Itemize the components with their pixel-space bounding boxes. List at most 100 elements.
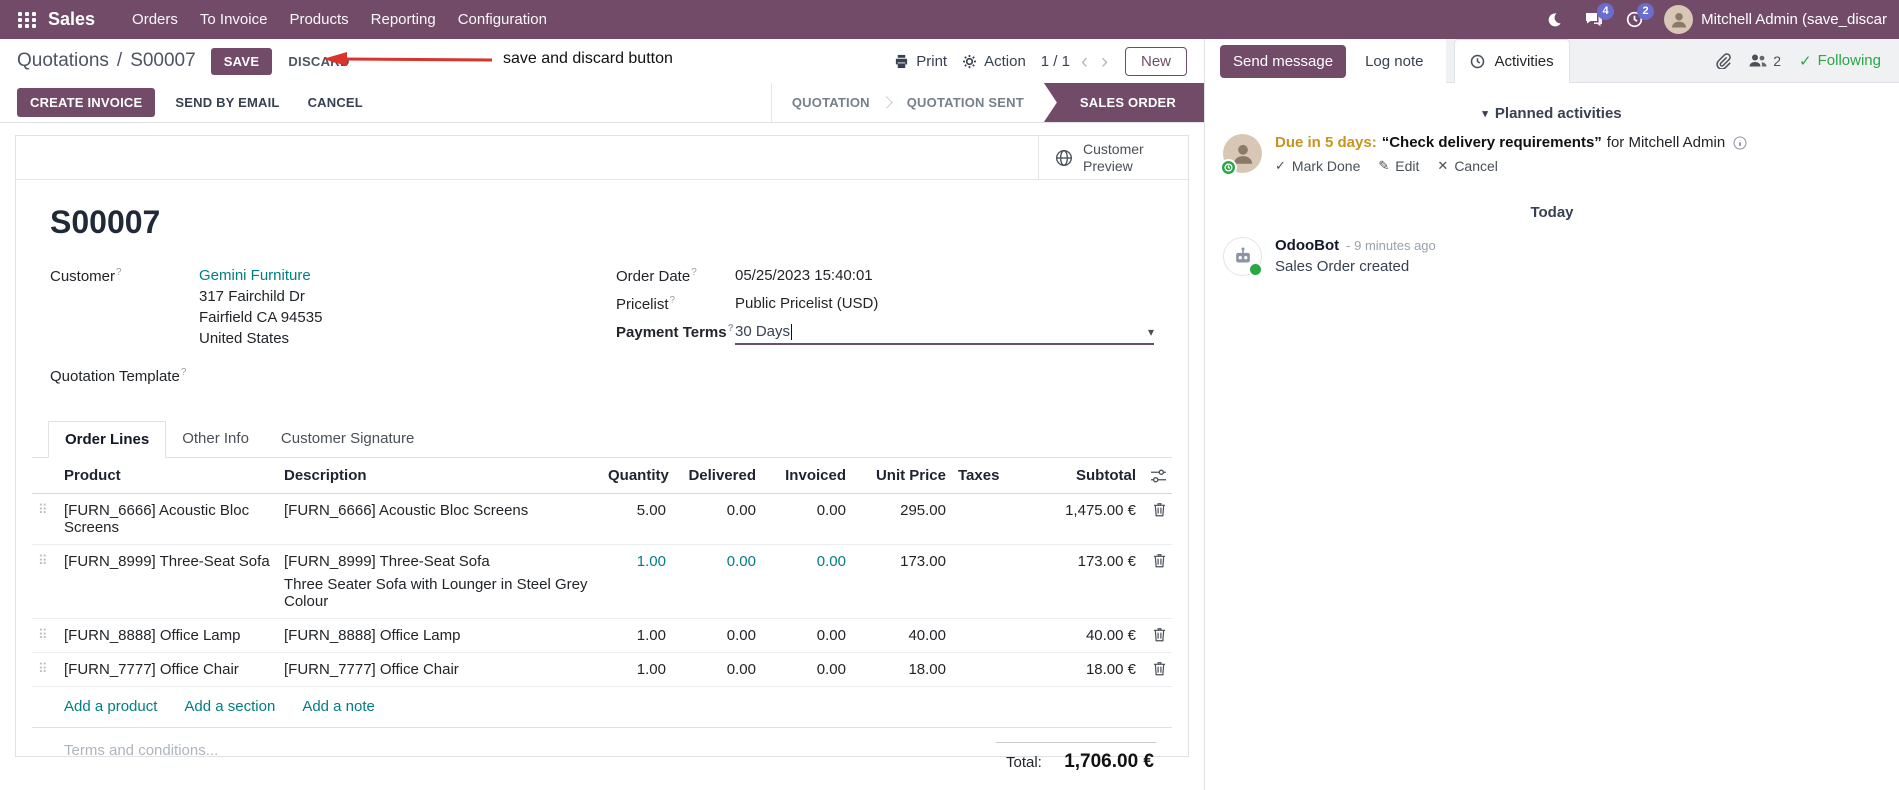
cell-taxes[interactable] bbox=[952, 652, 1040, 687]
cell-invoiced[interactable]: 0.00 bbox=[762, 618, 852, 653]
cell-product[interactable]: [FURN_6666] Acoustic Bloc Screens bbox=[58, 493, 278, 545]
col-invoiced[interactable]: Invoiced bbox=[762, 458, 852, 494]
planned-activities-header[interactable]: ▾ Planned activities bbox=[1205, 105, 1899, 122]
send-message-button[interactable]: Send message bbox=[1220, 44, 1347, 78]
col-product[interactable]: Product bbox=[58, 458, 278, 494]
order-date-field[interactable]: 05/25/2023 15:40:01 bbox=[735, 267, 873, 285]
tab-customer-signature[interactable]: Customer Signature bbox=[265, 421, 430, 457]
col-description[interactable]: Description bbox=[278, 458, 602, 494]
user-menu[interactable]: Mitchell Admin (save_discar bbox=[1664, 5, 1887, 34]
info-icon[interactable] bbox=[1733, 136, 1747, 150]
activity-due: Due in 5 days: bbox=[1275, 134, 1377, 151]
trash-icon[interactable] bbox=[1148, 502, 1166, 517]
cell-invoiced[interactable]: 0.00 bbox=[762, 652, 852, 687]
cell-quantity[interactable]: 1.00 bbox=[602, 652, 672, 687]
trash-icon[interactable] bbox=[1148, 661, 1166, 676]
customer-preview-button[interactable]: Customer Preview bbox=[1038, 136, 1188, 179]
attachments-button[interactable] bbox=[1715, 52, 1732, 69]
dropdown-caret-icon[interactable]: ▾ bbox=[1148, 325, 1154, 339]
create-invoice-button[interactable]: CREATE INVOICE bbox=[17, 88, 156, 117]
cell-description[interactable]: [FURN_6666] Acoustic Bloc Screens bbox=[278, 493, 602, 545]
save-button[interactable]: SAVE bbox=[210, 47, 273, 75]
cross-icon: ✕ bbox=[1437, 158, 1449, 173]
dark-mode-toggle[interactable] bbox=[1536, 4, 1572, 36]
cell-taxes[interactable] bbox=[952, 618, 1040, 653]
cell-taxes[interactable] bbox=[952, 493, 1040, 545]
print-button[interactable]: Print bbox=[894, 53, 947, 70]
new-button[interactable]: New bbox=[1124, 46, 1187, 76]
menu-to-invoice[interactable]: To Invoice bbox=[189, 1, 279, 38]
cell-quantity[interactable]: 5.00 bbox=[602, 493, 672, 545]
cell-product[interactable]: [FURN_8999] Three-Seat Sofa bbox=[58, 544, 278, 619]
trash-icon[interactable] bbox=[1148, 627, 1166, 642]
cancel-button[interactable]: CANCEL bbox=[300, 88, 371, 117]
menu-configuration[interactable]: Configuration bbox=[447, 1, 558, 38]
activities-button[interactable]: 2 bbox=[1616, 2, 1655, 36]
stage-quotation-sent[interactable]: QUOTATION SENT bbox=[887, 83, 1044, 122]
add-section-link[interactable]: Add a section bbox=[184, 698, 275, 715]
cell-quantity[interactable]: 1.00 bbox=[602, 618, 672, 653]
send-by-email-button[interactable]: SEND BY EMAIL bbox=[167, 88, 287, 117]
col-subtotal[interactable]: Subtotal bbox=[1040, 458, 1142, 494]
cell-delivered[interactable]: 0.00 bbox=[672, 493, 762, 545]
menu-products[interactable]: Products bbox=[278, 1, 359, 38]
help-marker: ? bbox=[727, 323, 734, 334]
app-name[interactable]: Sales bbox=[48, 9, 95, 30]
drag-handle-icon[interactable]: ⠿ bbox=[32, 544, 58, 619]
log-note-button[interactable]: Log note bbox=[1352, 45, 1436, 78]
drag-handle-icon[interactable]: ⠿ bbox=[32, 493, 58, 545]
cell-product[interactable]: [FURN_7777] Office Chair bbox=[58, 652, 278, 687]
cell-quantity[interactable]: 1.00 bbox=[602, 544, 672, 619]
cell-unit-price[interactable]: 173.00 bbox=[852, 544, 952, 619]
cell-delivered[interactable]: 0.00 bbox=[672, 652, 762, 687]
breadcrumb-quotations[interactable]: Quotations bbox=[17, 50, 109, 72]
cell-unit-price[interactable]: 18.00 bbox=[852, 652, 952, 687]
messages-button[interactable]: 4 bbox=[1576, 2, 1615, 36]
apps-menu-icon[interactable] bbox=[18, 11, 36, 28]
cell-delivered[interactable]: 0.00 bbox=[672, 544, 762, 619]
cell-delivered[interactable]: 0.00 bbox=[672, 618, 762, 653]
add-product-link[interactable]: Add a product bbox=[64, 698, 157, 715]
drag-handle-icon[interactable]: ⠿ bbox=[32, 618, 58, 653]
pricelist-field[interactable]: Public Pricelist (USD) bbox=[735, 295, 878, 313]
cell-taxes[interactable] bbox=[952, 544, 1040, 619]
menu-orders[interactable]: Orders bbox=[121, 1, 189, 38]
user-avatar bbox=[1664, 5, 1694, 34]
cell-description[interactable]: [FURN_7777] Office Chair bbox=[278, 652, 602, 687]
col-taxes[interactable]: Taxes bbox=[952, 458, 1040, 494]
cell-unit-price[interactable]: 295.00 bbox=[852, 493, 952, 545]
followers-button[interactable]: 2 bbox=[1749, 53, 1781, 69]
action-button[interactable]: Action bbox=[962, 53, 1026, 70]
col-delivered[interactable]: Delivered bbox=[672, 458, 762, 494]
cancel-activity-button[interactable]: ✕ Cancel bbox=[1437, 158, 1498, 174]
add-note-link[interactable]: Add a note bbox=[302, 698, 375, 715]
cell-unit-price[interactable]: 40.00 bbox=[852, 618, 952, 653]
moon-icon bbox=[1546, 12, 1562, 28]
cell-invoiced[interactable]: 0.00 bbox=[762, 493, 852, 545]
terms-and-conditions-placeholder[interactable]: Terms and conditions... bbox=[48, 742, 218, 773]
menu-reporting[interactable]: Reporting bbox=[360, 1, 447, 38]
payment-terms-input[interactable]: 30 Days ▾ bbox=[735, 323, 1154, 345]
cell-description[interactable]: [FURN_8888] Office Lamp bbox=[278, 618, 602, 653]
edit-activity-button[interactable]: ✎ Edit bbox=[1378, 158, 1419, 174]
cell-description[interactable]: [FURN_8999] Three-Seat Sofa Three Seater… bbox=[278, 544, 602, 619]
col-unit-price[interactable]: Unit Price bbox=[852, 458, 952, 494]
tab-activities[interactable]: Activities bbox=[1454, 39, 1570, 83]
pager-next-icon[interactable]: › bbox=[1099, 51, 1110, 72]
stage-sales-order[interactable]: SALES ORDER bbox=[1043, 83, 1204, 122]
mark-done-button[interactable]: ✓ Mark Done bbox=[1275, 158, 1360, 174]
sliders-icon[interactable] bbox=[1148, 469, 1166, 483]
following-button[interactable]: ✓ Following bbox=[1799, 52, 1881, 70]
pager-previous-icon[interactable]: ‹ bbox=[1079, 51, 1090, 72]
cell-invoiced[interactable]: 0.00 bbox=[762, 544, 852, 619]
description-line-1: [FURN_8999] Three-Seat Sofa bbox=[284, 553, 490, 570]
trash-icon[interactable] bbox=[1148, 553, 1166, 568]
customer-link[interactable]: Gemini Furniture bbox=[199, 267, 311, 284]
stage-quotation[interactable]: QUOTATION bbox=[772, 83, 890, 122]
message-author[interactable]: OdooBot bbox=[1275, 237, 1339, 254]
tab-order-lines[interactable]: Order Lines bbox=[48, 421, 167, 458]
cell-product[interactable]: [FURN_8888] Office Lamp bbox=[58, 618, 278, 653]
drag-handle-icon[interactable]: ⠿ bbox=[32, 652, 58, 687]
col-quantity[interactable]: Quantity bbox=[602, 458, 672, 494]
tab-other-info[interactable]: Other Info bbox=[166, 421, 265, 457]
